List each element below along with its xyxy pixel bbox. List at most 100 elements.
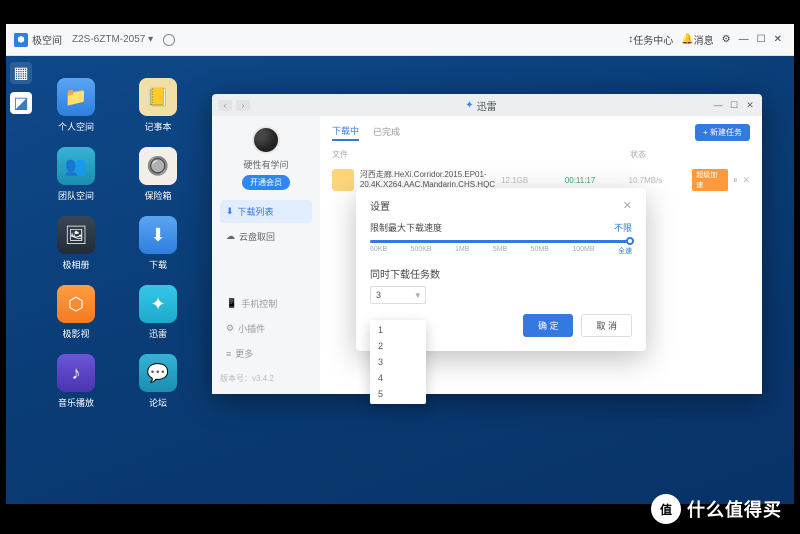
desktop-icon-7[interactable]: ✦ 迅雷 bbox=[126, 285, 190, 340]
tab-completed[interactable]: 已完成 bbox=[373, 125, 400, 140]
watermark-badge: 值 bbox=[651, 494, 681, 524]
sidebar-item-cloud[interactable]: ☁云盘取回 bbox=[220, 225, 312, 248]
dropdown-option[interactable]: 1 bbox=[370, 322, 426, 338]
settings-icon[interactable]: ⚙ bbox=[722, 34, 731, 45]
icon-label: 音乐播放 bbox=[58, 396, 94, 409]
chevron-down-icon: ▾ bbox=[415, 290, 420, 301]
icon-label: 团队空间 bbox=[58, 189, 94, 202]
cloud-icon: ☁ bbox=[226, 231, 235, 242]
new-task-button[interactable]: + 新建任务 bbox=[695, 124, 750, 141]
messages-link[interactable]: 🔔 消息 bbox=[681, 32, 713, 47]
记事本-icon: 📒 bbox=[139, 78, 177, 116]
slider-tick: 100MB bbox=[572, 246, 594, 256]
desktop-icon-6[interactable]: ⬡ 极影视 bbox=[44, 285, 108, 340]
avatar[interactable] bbox=[252, 126, 280, 154]
rail-flag-icon[interactable]: ◪ bbox=[10, 92, 32, 114]
window-titlebar: ‹ › ✦ 迅雷 — ☐ ✕ bbox=[212, 94, 762, 116]
slider-tick: 50MB bbox=[531, 246, 549, 256]
task-count-dropdown: 12345 bbox=[370, 320, 426, 404]
论坛-icon: 💬 bbox=[139, 354, 177, 392]
desktop-grid: 📁 个人空间 📒 记事本 👥 团队空间 🔘 保险箱 🖼 极相册 ⬇ 下载 ⬡ 极影视 ✦ 迅雷 ♪ 音乐播放 💬 论坛 bbox=[44, 78, 190, 409]
open-vip-button[interactable]: 开通会员 bbox=[242, 175, 290, 190]
os-taskbar: ⬢ 极空间 Z2S-6ZTM-2057 ▾ ↕ 任务中心 🔔 消息 ⚙ — ☐ … bbox=[6, 24, 794, 56]
dropdown-option[interactable]: 3 bbox=[370, 354, 426, 370]
desktop-icon-2[interactable]: 👥 团队空间 bbox=[44, 147, 108, 202]
sidebar-item-downloads[interactable]: ⬇下载列表 bbox=[220, 200, 312, 223]
slider-tick: 1MB bbox=[455, 246, 469, 256]
dropdown-option[interactable]: 4 bbox=[370, 370, 426, 386]
音乐播放-icon: ♪ bbox=[57, 354, 95, 392]
desktop-icon-0[interactable]: 📁 个人空间 bbox=[44, 78, 108, 133]
slider-tick: 5MB bbox=[493, 246, 507, 256]
dropdown-option[interactable]: 5 bbox=[370, 386, 426, 402]
minimize-icon[interactable]: — bbox=[739, 34, 749, 45]
icon-label: 极影视 bbox=[62, 327, 89, 340]
sidebar-item-plugins[interactable]: ⚙小插件 bbox=[220, 317, 312, 340]
brand-logo-icon: ⬢ bbox=[14, 33, 28, 47]
accel-chip[interactable]: 超级加速 bbox=[692, 169, 728, 191]
close-icon[interactable]: ✕ bbox=[774, 34, 782, 45]
slider-tick: 500KB bbox=[411, 246, 432, 256]
迅雷-icon: ✦ bbox=[139, 285, 177, 323]
window-maximize-icon[interactable]: ☐ bbox=[728, 99, 740, 111]
desktop-icon-3[interactable]: 🔘 保险箱 bbox=[126, 147, 190, 202]
watermark: 值 什么值得买 bbox=[651, 494, 782, 524]
username: 硬性有学问 bbox=[243, 158, 288, 171]
speed-slider[interactable]: 60KB 500KB 1MB 5MB 50MB 100MB 全速 bbox=[370, 240, 632, 256]
brand-name: 极空间 bbox=[32, 32, 62, 47]
column-status: 状态 bbox=[630, 149, 750, 160]
file-name: 河西走廊.HeXi.Corridor.2015.EP01-20.4K.X264.… bbox=[360, 170, 495, 189]
pause-icon[interactable]: ⏸ bbox=[733, 175, 738, 186]
icon-label: 迅雷 bbox=[149, 327, 167, 340]
desktop-icon-5[interactable]: ⬇ 下载 bbox=[126, 216, 190, 271]
dropdown-option[interactable]: 2 bbox=[370, 338, 426, 354]
slider-tick: 60KB bbox=[370, 246, 387, 256]
globe-icon[interactable] bbox=[163, 34, 175, 46]
confirm-button[interactable]: 确 定 bbox=[523, 314, 574, 337]
phone-icon: 📱 bbox=[226, 298, 237, 309]
window-title: 迅雷 bbox=[477, 98, 497, 113]
download-list-icon: ⬇ bbox=[226, 206, 234, 217]
task-center-link[interactable]: ↕ 任务中心 bbox=[628, 32, 673, 47]
row-close-icon[interactable]: ✕ bbox=[742, 175, 750, 186]
column-file: 文件 bbox=[332, 149, 630, 160]
file-time: 00:11:17 bbox=[565, 176, 623, 185]
task-count-select[interactable]: 3 ▾ bbox=[370, 286, 426, 304]
极相册-icon: 🖼 bbox=[57, 216, 95, 254]
window-minimize-icon[interactable]: — bbox=[712, 99, 724, 111]
icon-label: 论坛 bbox=[149, 396, 167, 409]
icon-label: 记事本 bbox=[144, 120, 171, 133]
xunlei-logo-icon: ✦ bbox=[465, 100, 473, 111]
file-speed: 10.7MB/s bbox=[629, 176, 687, 185]
nav-forward-icon[interactable]: › bbox=[236, 100, 250, 111]
desktop-icon-9[interactable]: 💬 论坛 bbox=[126, 354, 190, 409]
slider-tick: 全速 bbox=[618, 246, 632, 256]
保险箱-icon: 🔘 bbox=[139, 147, 177, 185]
window-close-icon[interactable]: ✕ bbox=[744, 99, 756, 111]
cancel-button[interactable]: 取 消 bbox=[581, 314, 632, 337]
团队空间-icon: 👥 bbox=[57, 147, 95, 185]
desktop-icon-8[interactable]: ♪ 音乐播放 bbox=[44, 354, 108, 409]
下载-icon: ⬇ bbox=[139, 216, 177, 254]
slider-thumb[interactable] bbox=[626, 237, 634, 245]
个人空间-icon: 📁 bbox=[57, 78, 95, 116]
icon-label: 个人空间 bbox=[58, 120, 94, 133]
maximize-icon[interactable]: ☐ bbox=[757, 34, 766, 45]
modal-close-icon[interactable]: ✕ bbox=[623, 199, 632, 212]
desktop-icon-4[interactable]: 🖼 极相册 bbox=[44, 216, 108, 271]
sidebar-item-mobile[interactable]: 📱手机控制 bbox=[220, 292, 312, 315]
sidebar-item-more[interactable]: ≡更多 bbox=[220, 342, 312, 365]
nav-back-icon[interactable]: ‹ bbox=[218, 100, 232, 111]
极影视-icon: ⬡ bbox=[57, 285, 95, 323]
tab-downloading[interactable]: 下载中 bbox=[332, 124, 359, 141]
more-icon: ≡ bbox=[226, 349, 231, 359]
desktop-icon-1[interactable]: 📒 记事本 bbox=[126, 78, 190, 133]
device-selector[interactable]: Z2S-6ZTM-2057 ▾ bbox=[72, 34, 153, 45]
icon-label: 保险箱 bbox=[144, 189, 171, 202]
icon-label: 极相册 bbox=[62, 258, 89, 271]
app-sidebar: 硬性有学问 开通会员 ⬇下载列表 ☁云盘取回 📱手机控制 ⚙小插件 ≡更多 版本… bbox=[212, 116, 320, 394]
rail-apps-icon[interactable]: ▦ bbox=[10, 62, 32, 84]
icon-label: 下载 bbox=[149, 258, 167, 271]
watermark-text: 什么值得买 bbox=[687, 496, 782, 522]
version-text: 版本号：v3.4.2 bbox=[220, 373, 312, 384]
